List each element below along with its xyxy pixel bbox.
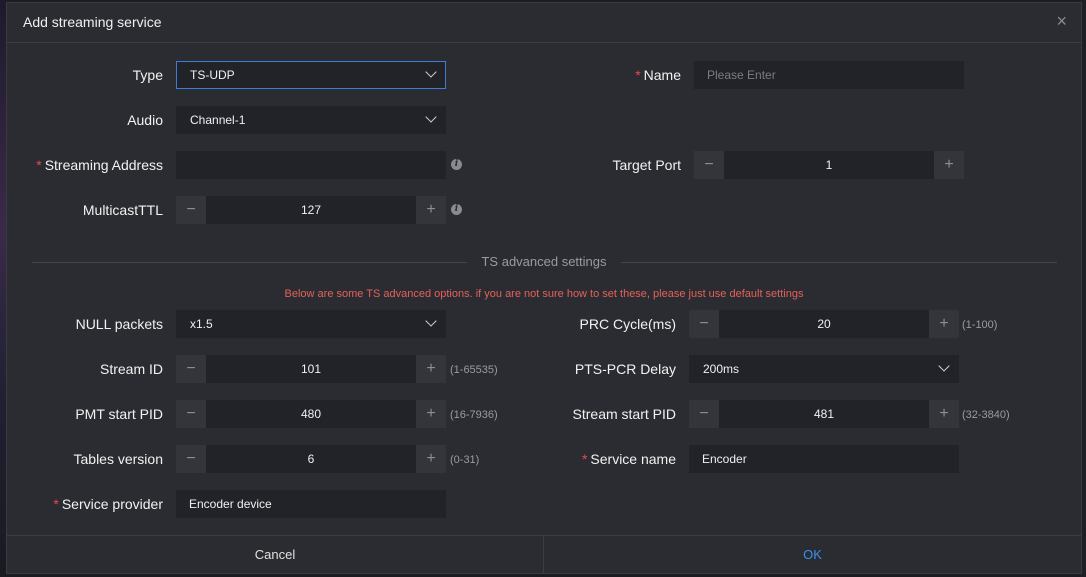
decrement-button[interactable]: − [176,355,206,383]
null-packets-select[interactable]: x1.5 [176,310,446,338]
type-select[interactable]: TS-UDP [176,61,446,89]
target-port-value[interactable]: 1 [724,151,934,179]
service-name-input[interactable] [689,445,959,473]
tables-version-label: Tables version [73,451,164,467]
stream-start-pid-stepper: − 481 + [689,400,959,428]
ok-button[interactable]: OK [544,536,1081,574]
required-mark: * [581,451,588,467]
service-provider-label: * Service provider [53,496,163,512]
name-label: * Name [635,67,681,83]
required-mark: * [635,67,641,83]
audio-select[interactable]: Channel-1 [176,106,446,134]
null-packets-value: x1.5 [190,317,213,331]
decrement-button[interactable]: − [176,400,206,428]
name-label-text: Name [643,67,681,83]
dialog-footer: Cancel OK [7,535,1081,574]
cancel-button[interactable]: Cancel [7,536,544,574]
chevron-down-icon [938,360,950,372]
prc-cycle-range: (1-100) [962,319,998,331]
service-provider-label-text: Service provider [61,496,163,512]
increment-button[interactable]: + [416,400,446,428]
prc-cycle-stepper: − 20 + [689,310,959,338]
increment-button[interactable]: + [416,355,446,383]
stream-id-value[interactable]: 101 [206,355,416,383]
pmt-start-pid-stepper: − 480 + [176,400,446,428]
target-port-label: Target Port [612,157,681,173]
pts-pcr-delay-select[interactable]: 200ms [689,355,959,383]
pts-pcr-delay-label: PTS-PCR Delay [574,361,676,377]
tables-version-value[interactable]: 6 [206,445,416,473]
decrement-button[interactable]: − [689,310,719,338]
dialog-title: Add streaming service [23,14,162,30]
stream-id-stepper: − 101 + [176,355,446,383]
required-mark: * [53,496,59,512]
type-select-value: TS-UDP [190,68,235,82]
add-streaming-service-dialog: Add streaming service × Type TS-UDP * Nam… [6,2,1082,574]
service-name-label-text: Service name [590,451,676,467]
pmt-start-pid-label: PMT start PID [75,406,163,422]
service-name-label: * Service name [582,451,676,467]
chevron-down-icon [425,111,437,123]
tables-version-range: (0-31) [450,454,480,466]
stream-start-pid-label: Stream start PID [572,406,676,422]
streaming-address-label: * Streaming Address [36,157,163,173]
section-title: TS advanced settings [481,254,607,269]
stream-id-range: (1-65535) [450,364,498,376]
stream-id-label: Stream ID [99,361,163,377]
stream-start-pid-value[interactable]: 481 [719,400,929,428]
increment-button[interactable]: + [416,445,446,473]
advanced-warning-text: Below are some TS advanced options. if y… [284,288,804,300]
tables-version-stepper: − 6 + [176,445,446,473]
multicast-ttl-label: MulticastTTL [82,202,163,218]
dialog-header: Add streaming service × [7,3,1081,43]
prc-cycle-label: PRC Cycle(ms) [579,316,676,332]
close-icon[interactable]: × [1056,11,1067,32]
required-mark: * [36,157,42,173]
audio-select-value: Channel-1 [190,113,246,127]
stream-start-pid-range: (32-3840) [962,409,1010,421]
chevron-down-icon [425,315,437,327]
info-icon[interactable]: i [451,159,462,170]
prc-cycle-value[interactable]: 20 [719,310,929,338]
service-provider-input[interactable] [176,490,446,518]
streaming-address-label-text: Streaming Address [44,157,163,173]
pmt-start-pid-value[interactable]: 480 [206,400,416,428]
decrement-button[interactable]: − [689,400,719,428]
info-icon[interactable]: i [451,204,462,215]
decrement-button[interactable]: − [176,196,206,224]
pmt-start-pid-range: (16-7936) [450,409,498,421]
streaming-address-input[interactable] [176,151,446,179]
name-input[interactable] [694,61,964,89]
decrement-button[interactable]: − [694,151,724,179]
pts-pcr-delay-value: 200ms [703,362,740,376]
multicast-ttl-stepper: − 127 + [176,196,446,224]
chevron-down-icon [425,66,437,78]
increment-button[interactable]: + [929,310,959,338]
increment-button[interactable]: + [416,196,446,224]
increment-button[interactable]: + [929,400,959,428]
multicast-ttl-value[interactable]: 127 [206,196,416,224]
decrement-button[interactable]: − [176,445,206,473]
increment-button[interactable]: + [934,151,964,179]
audio-label: Audio [127,112,163,128]
type-label: Type [132,67,163,83]
target-port-stepper: − 1 + [694,151,964,179]
null-packets-label: NULL packets [75,316,163,332]
